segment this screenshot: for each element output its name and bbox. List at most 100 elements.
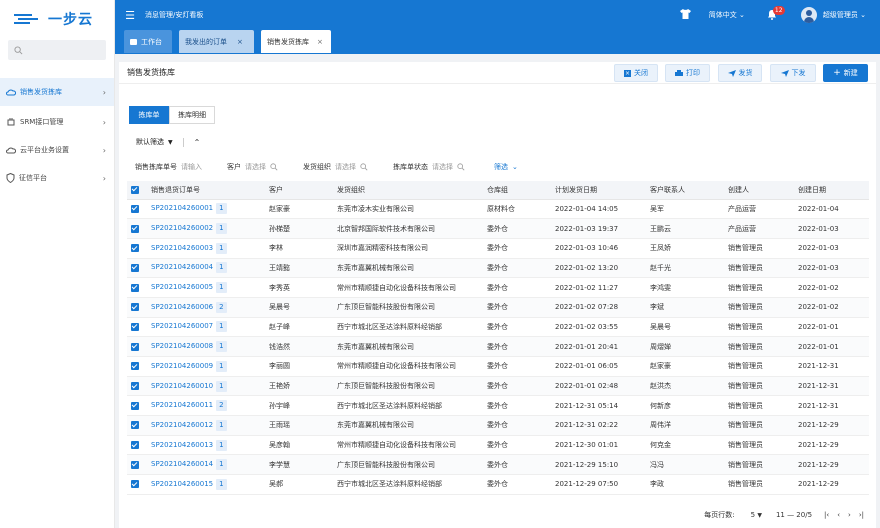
row-checkbox[interactable] (127, 336, 147, 357)
row-checkbox[interactable] (127, 415, 147, 436)
column-header[interactable]: 计划发货日期 (551, 181, 646, 200)
last-page-icon[interactable]: ›| (859, 511, 864, 519)
sidebar-item-label: 云平台业务设置 (20, 146, 69, 154)
shipping-org-cell: 北京智邦国际软件技术有限公司 (333, 218, 483, 239)
brand-logo[interactable]: 一步云 (0, 0, 114, 38)
column-header[interactable]: 发货组织 (333, 181, 483, 200)
new-button[interactable]: + 新建 (823, 64, 868, 82)
order-link[interactable]: SP202104260008 (151, 342, 213, 350)
row-checkbox[interactable] (127, 454, 147, 476)
first-page-icon[interactable]: |‹ (824, 511, 829, 519)
close-icon[interactable]: × (237, 38, 243, 46)
order-link[interactable]: SP202104260014 (151, 460, 213, 468)
column-header[interactable]: 仓库组 (483, 181, 551, 200)
prev-page-icon[interactable]: ‹ (837, 511, 840, 519)
print-button[interactable]: 打印 (665, 64, 710, 82)
tab-sales-picking[interactable]: 销售发货拣库 × (261, 30, 331, 53)
chevron-up-icon[interactable]: ⌃ (194, 138, 201, 147)
table-row[interactable]: SP202104260010 1 王艳娇 广东顶巨智能科技股份有限公司 委外仓 2022-… (127, 376, 869, 397)
table-row[interactable]: SP202104260012 1 王雨瑶 东莞市嘉翼机械有限公司 委外仓 2021-12-… (127, 415, 869, 436)
shirt-icon[interactable] (679, 9, 691, 21)
row-checkbox[interactable] (127, 356, 147, 377)
next-page-icon[interactable]: › (848, 511, 851, 519)
order-link[interactable]: SP202104260012 (151, 421, 213, 429)
default-filter-select[interactable]: 默认筛选 ▼ ⌃ (136, 137, 200, 147)
sidebar: 一步云 销售发货拣库 › SRM接口管理 › 云平台业务设置 › 征信平台 › (0, 0, 115, 528)
notification-bell[interactable]: 12 (767, 5, 785, 22)
row-checkbox[interactable] (127, 218, 147, 239)
table-row[interactable]: SP202104260001 1 赵家豪 东莞市凌木实业有限公司 原材料仓 2022-01… (127, 199, 869, 220)
table-row[interactable]: SP202104260009 1 李丽圆 常州市精顺捷自动化设备科技有限公司 委外仓 20… (127, 356, 869, 377)
sidebar-item-sales-picking[interactable]: 销售发货拣库 › (0, 78, 114, 106)
row-checkbox[interactable] (127, 277, 147, 298)
close-icon[interactable]: × (317, 38, 323, 46)
tab-picking-detail[interactable]: 拣库明细 (169, 106, 215, 124)
filter-customer[interactable]: 客户 请选择 (227, 162, 278, 172)
order-link[interactable]: SP202104260007 (151, 322, 213, 330)
order-link[interactable]: SP202104260004 (151, 263, 213, 271)
row-checkbox[interactable] (127, 317, 147, 338)
close-button[interactable]: × 关闭 (614, 64, 658, 82)
filter-status[interactable]: 拣库单状态 请选择 (393, 162, 465, 172)
table-row[interactable]: SP202104260014 1 李学慧 广东顶巨智能科技股份有限公司 委外仓 2021-… (127, 454, 869, 476)
column-header[interactable]: 创建日期 (794, 181, 869, 200)
row-checkbox[interactable] (127, 238, 147, 259)
tab-my-orders[interactable]: 我发出的订单 × (179, 30, 254, 53)
row-checkbox[interactable] (127, 199, 147, 220)
table-row[interactable]: SP202104260015 1 吴郝 西宁市城北区圣达涂料原料经销部 委外仓 2021-… (127, 474, 869, 495)
tab-picking-order[interactable]: 拣库单 (129, 106, 169, 124)
filter-order-no[interactable]: 销售拣库单号 请输入 (135, 162, 202, 172)
table-row[interactable]: SP202104260013 1 吴彦翰 常州市精顺捷自动化设备科技有限公司 委外仓 20… (127, 435, 869, 456)
table-row[interactable]: SP202104260011 2 孙宇峰 西宁市城北区圣达涂料原料经销部 委外仓 2021… (127, 395, 869, 417)
row-checkbox[interactable] (127, 435, 147, 456)
column-header[interactable]: 销售退货订单号 (147, 181, 265, 200)
row-checkbox[interactable] (127, 258, 147, 279)
more-filters-button[interactable]: 筛选 ⌄ (494, 162, 518, 172)
table-row[interactable]: SP202104260003 1 李林 深圳市嘉润精密科技有限公司 委外仓 2022-01… (127, 238, 869, 259)
language-select[interactable]: 简体中文 ⌄ (709, 10, 745, 20)
filter-placeholder: 请选择 (335, 163, 356, 171)
order-link[interactable]: SP202104260009 (151, 362, 213, 370)
dispatch-button[interactable]: 下发 (770, 64, 816, 82)
menu-icon[interactable]: ☰ (115, 9, 145, 22)
table-row[interactable]: SP202104260006 2 吴晨号 广东顶巨智能科技股份有限公司 委外仓 2022-… (127, 297, 869, 318)
select-all-checkbox[interactable] (127, 181, 147, 200)
order-link[interactable]: SP202104260011 (151, 401, 213, 409)
order-link[interactable]: SP202104260013 (151, 441, 213, 449)
column-header[interactable]: 客户联系人 (646, 181, 724, 200)
sidebar-item-srm[interactable]: SRM接口管理 › (0, 108, 114, 136)
table-row[interactable]: SP202104260008 1 钱浩然 东莞市嘉翼机械有限公司 委外仓 2022-01-… (127, 336, 869, 357)
table-row[interactable]: SP202104260007 1 赵子峰 西宁市城北区圣达涂料原料经销部 委外仓 2022… (127, 317, 869, 338)
created-date-cell: 2022-01-03 (794, 218, 869, 239)
order-link[interactable]: SP202104260001 (151, 204, 213, 212)
order-link[interactable]: SP202104260005 (151, 283, 213, 291)
warehouse-group-cell: 委外仓 (483, 474, 551, 495)
column-header[interactable]: 客户 (265, 181, 333, 200)
table-row[interactable]: SP202104260005 1 李秀英 常州市精顺捷自动化设备科技有限公司 委外仓 20… (127, 277, 869, 298)
user-menu[interactable]: 超级管理员 ⌄ (823, 10, 866, 20)
order-link[interactable]: SP202104260010 (151, 382, 213, 390)
sidebar-search-input[interactable] (8, 40, 106, 60)
tab-workbench[interactable]: 工作台 (124, 30, 172, 53)
order-link[interactable]: SP202104260015 (151, 480, 213, 488)
row-checkbox[interactable] (127, 474, 147, 495)
rows-per-page-select[interactable]: 5 ▼ (751, 511, 762, 519)
table-row[interactable]: SP202104260004 1 王靖懿 东莞市嘉翼机械有限公司 委外仓 2022-01-… (127, 258, 869, 279)
sidebar-item-credit[interactable]: 征信平台 › (0, 164, 114, 192)
row-checkbox[interactable] (127, 395, 147, 417)
warehouse-group-cell: 委外仓 (483, 454, 551, 476)
column-header[interactable]: 创建人 (724, 181, 794, 200)
order-link[interactable]: SP202104260002 (151, 224, 213, 232)
avatar[interactable] (800, 7, 817, 23)
plug-icon (7, 117, 15, 125)
row-checkbox[interactable] (127, 297, 147, 318)
ship-button[interactable]: 发货 (718, 64, 762, 82)
creator-cell: 销售管理员 (724, 454, 794, 476)
sidebar-item-cloud-settings[interactable]: 云平台业务设置 › (0, 136, 114, 164)
order-link[interactable]: SP202104260003 (151, 244, 213, 252)
row-checkbox[interactable] (127, 376, 147, 397)
filter-shipping-org[interactable]: 发货组织 请选择 (303, 162, 368, 172)
table-row[interactable]: SP202104260002 1 孙梯楚 北京智邦国际软件技术有限公司 委外仓 2022-… (127, 218, 869, 239)
order-link[interactable]: SP202104260006 (151, 303, 213, 311)
creator-cell: 销售管理员 (724, 435, 794, 456)
